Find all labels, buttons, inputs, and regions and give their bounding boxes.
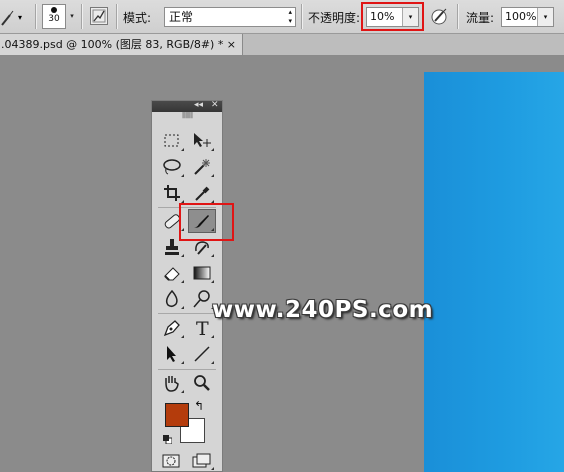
options-bar: ▾ 30 ▾ 模式: 正常 ▴ ▾ 不透明度: 10% ▾ 流量: 100% ▾ [0,0,564,34]
brush-panel-toggle-icon[interactable] [90,7,108,25]
opacity-highlight-box [361,2,424,31]
brush-size-picker[interactable]: 30 [42,4,66,29]
document-tab-bar: .04389.psd @ 100% (图层 83, RGB/8#) * × [0,34,564,56]
separator [158,313,216,314]
flow-input[interactable]: 100% ▾ [501,7,554,27]
close-tab-button[interactable]: × [227,34,236,55]
separator [116,4,118,29]
svg-text:▾: ▾ [18,13,22,22]
blur-icon[interactable] [159,288,185,310]
tools-panel: ◂◂ ✕ |||||||||| T ↰ [151,100,223,472]
separator [457,4,459,29]
mode-value: 正常 [169,10,194,24]
brush-tool-highlight-box [179,203,234,241]
separator [301,4,303,29]
brush-preset-icon[interactable]: ▾ [0,5,28,27]
brush-tip-icon [51,7,57,13]
flow-value: 100% [505,10,537,23]
screen-mode-icon[interactable] [189,451,215,471]
lasso-icon[interactable] [159,156,185,178]
collapse-panel-button[interactable]: ◂◂ [194,100,203,110]
brush-picker-arrow[interactable]: ▾ [68,4,76,29]
foreground-color-swatch[interactable] [165,403,189,427]
separator [35,4,37,29]
line-icon[interactable] [189,343,215,365]
panel-grip[interactable]: |||||||||| [152,112,222,120]
pressure-toggle-icon[interactable] [430,6,450,26]
path-selection-icon[interactable] [159,343,185,365]
watermark-text: www.240PS.com [212,297,434,323]
document-tab[interactable]: .04389.psd @ 100% (图层 83, RGB/8#) * × [0,34,243,55]
brush-size-value: 30 [48,14,60,24]
separator [158,369,216,370]
quick-mask-icon[interactable] [159,451,185,471]
flow-slider-arrow[interactable]: ▾ [537,8,553,26]
gradient-icon[interactable] [189,262,215,284]
default-colors-icon[interactable] [163,433,173,445]
tools-panel-header[interactable]: ◂◂ ✕ [152,100,222,112]
document-canvas[interactable] [424,72,564,472]
mode-label: 模式: [123,11,152,25]
pen-icon[interactable] [159,317,185,339]
rectangular-marquee-icon[interactable] [159,130,185,152]
updown-icon: ▴ ▾ [288,8,292,25]
close-panel-button[interactable]: ✕ [211,100,219,110]
move-icon[interactable] [189,130,215,152]
separator [81,4,83,29]
crop-icon[interactable] [159,182,185,204]
opacity-label: 不透明度: [308,11,361,25]
svg-text:T: T [196,318,209,339]
eyedropper-icon[interactable] [189,182,215,204]
swap-colors-icon[interactable]: ↰ [194,399,204,413]
eraser-icon[interactable] [159,262,185,284]
document-title: .04389.psd @ 100% (图层 83, RGB/8#) * [1,38,224,51]
zoom-icon[interactable] [189,372,215,394]
hand-icon[interactable] [159,372,185,394]
magic-wand-icon[interactable] [189,156,215,178]
flow-label: 流量: [466,11,495,25]
mode-dropdown[interactable]: 正常 ▴ ▾ [164,7,296,27]
